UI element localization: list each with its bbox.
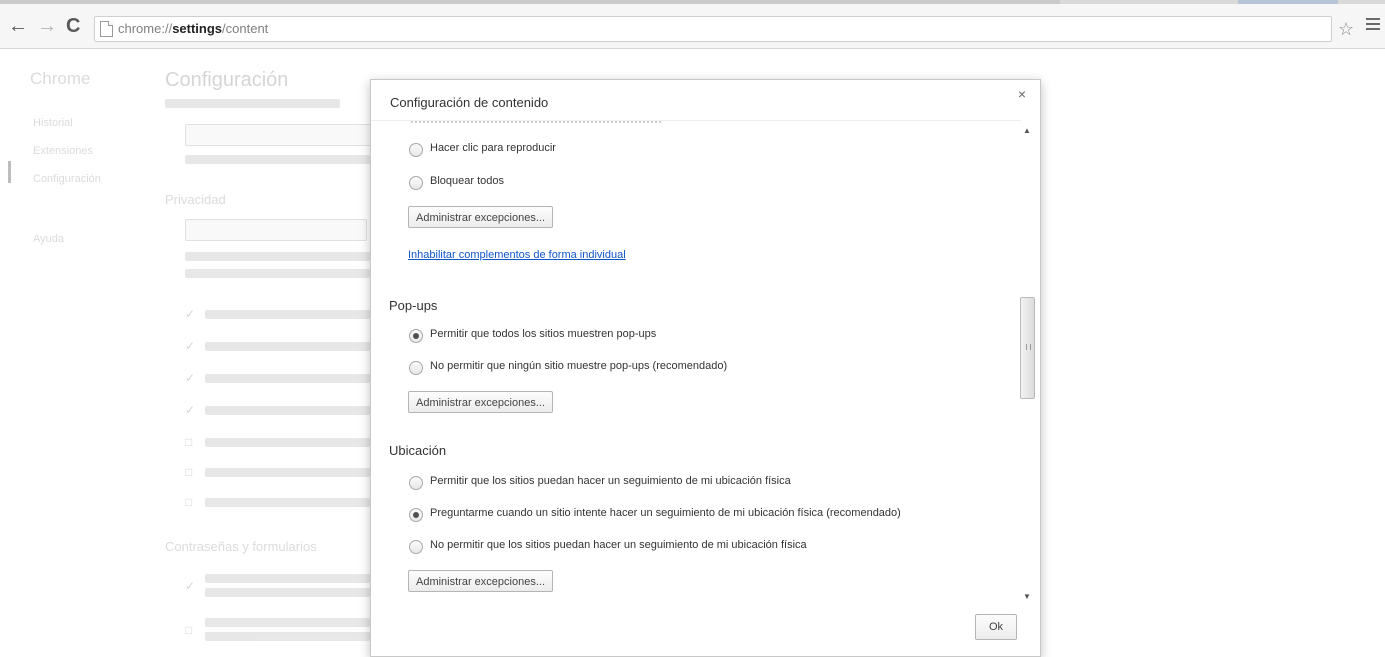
- dialog-title: Configuración de contenido: [390, 95, 549, 110]
- radio-label: Permitir que los sitios puedan hacer un …: [430, 475, 791, 487]
- blurred-text: [205, 468, 370, 477]
- address-bar[interactable]: chrome://settings/content: [94, 16, 1332, 42]
- blurred-text: [205, 618, 370, 627]
- sidebar-active-indicator: [8, 161, 11, 183]
- page-icon: [100, 21, 113, 37]
- radio-button[interactable]: [409, 361, 423, 375]
- radio-label: Hacer clic para reproducir: [430, 142, 556, 154]
- section-privacy-heading: Privacidad: [165, 192, 226, 207]
- sidebar-item-settings: Configuración: [33, 173, 101, 185]
- radio-button[interactable]: [409, 143, 423, 157]
- sidebar-title: Chrome: [30, 69, 91, 88]
- blurred-checkbox: ✓: [185, 339, 196, 353]
- radio-label: Preguntarme cuando un sitio intente hace…: [430, 507, 901, 519]
- scrollbar-thumb[interactable]: [1020, 297, 1035, 399]
- blurred-checkbox: □: [185, 435, 193, 449]
- sidebar-item-help: Ayuda: [33, 233, 64, 245]
- blurred-checkbox: ✓: [185, 371, 196, 385]
- back-arrow-icon[interactable]: ←: [8, 16, 28, 36]
- blurred-checkbox: ✓: [185, 307, 196, 321]
- blurred-text: [185, 155, 370, 164]
- blurred-text: [185, 252, 370, 261]
- plugins-manage-exceptions-button[interactable]: Administrar excepciones...: [408, 206, 553, 228]
- radio-label: Bloquear todos: [430, 175, 504, 187]
- radio-button-checked[interactable]: [409, 329, 423, 343]
- dialog-scrollbar[interactable]: ▲ ▼: [1019, 120, 1035, 610]
- url-text[interactable]: chrome://settings/content: [118, 21, 268, 36]
- blurred-text: [205, 588, 370, 597]
- forward-arrow-icon[interactable]: →: [37, 16, 57, 36]
- sidebar-item-history: Historial: [33, 117, 73, 129]
- sidebar-item-extensions: Extensiones: [33, 145, 93, 157]
- location-manage-exceptions-button[interactable]: Administrar excepciones...: [408, 570, 553, 592]
- scroll-up-arrow-icon[interactable]: ▲: [1023, 126, 1031, 135]
- disable-individual-plugins-link[interactable]: Inhabilitar complementos de forma indivi…: [408, 249, 626, 261]
- radio-button[interactable]: [409, 476, 423, 490]
- blurred-text: [205, 310, 370, 319]
- blurred-checkbox: ✓: [185, 579, 196, 593]
- blurred-checkbox: □: [185, 495, 193, 509]
- blurred-checkbox: □: [185, 623, 193, 637]
- radio-label: Permitir que todos los sitios muestren p…: [430, 328, 657, 340]
- blurred-checkbox: ✓: [185, 403, 196, 417]
- scroll-down-arrow-icon[interactable]: ▼: [1023, 592, 1031, 601]
- dialog-scroll-content: Hacer clic para reproducir Bloquear todo…: [371, 120, 1021, 611]
- radio-button[interactable]: [409, 540, 423, 554]
- blurred-button: [185, 219, 367, 241]
- blurred-text: [205, 406, 370, 415]
- radio-button[interactable]: [409, 176, 423, 190]
- blurred-text: [185, 269, 370, 278]
- page-title: Configuración: [165, 69, 289, 91]
- reload-icon[interactable]: C: [66, 16, 80, 36]
- location-heading: Ubicación: [389, 443, 447, 458]
- menu-icon[interactable]: [1366, 18, 1380, 33]
- blurred-text: [205, 632, 370, 641]
- browser-toolbar: ← → C chrome://settings/content ☆: [0, 4, 1385, 49]
- blurred-text: [165, 99, 340, 108]
- blurred-text: [205, 574, 370, 583]
- blurred-text: [205, 498, 370, 507]
- close-icon[interactable]: ×: [1018, 86, 1026, 102]
- star-icon[interactable]: ☆: [1338, 19, 1354, 40]
- popups-heading: Pop-ups: [389, 298, 438, 313]
- radio-label: No permitir que ningún sitio muestre pop…: [430, 360, 728, 372]
- clipped-text-remnant: [411, 121, 661, 127]
- blurred-text: [205, 342, 370, 351]
- blurred-text: [205, 374, 370, 383]
- blurred-checkbox: □: [185, 465, 193, 479]
- radio-button-checked[interactable]: [409, 508, 423, 522]
- ok-button[interactable]: Ok: [975, 614, 1017, 640]
- content-settings-dialog: Configuración de contenido × Hacer clic …: [370, 79, 1041, 657]
- popups-manage-exceptions-button[interactable]: Administrar excepciones...: [408, 391, 553, 413]
- blurred-text: [205, 438, 370, 447]
- section-passwords-heading: Contraseñas y formularios: [165, 539, 317, 554]
- blurred-button: [185, 124, 372, 146]
- radio-label: No permitir que los sitios puedan hacer …: [430, 539, 807, 551]
